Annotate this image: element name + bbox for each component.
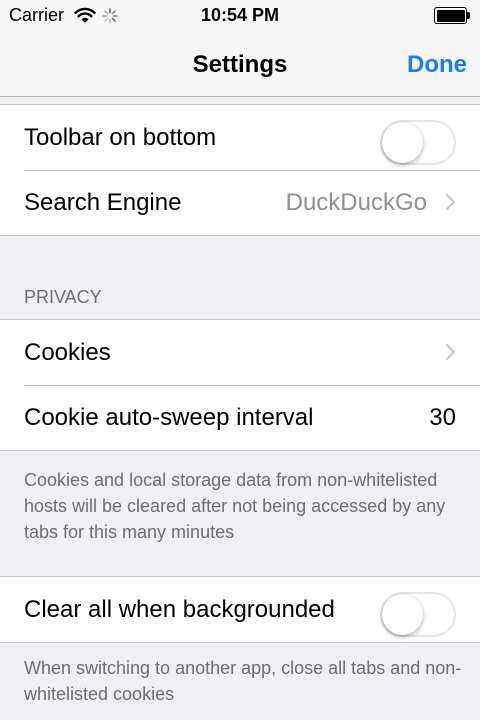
status-bar: Carrier 10:54 PM [0,0,480,40]
search-engine-value: DuckDuckGo [285,189,427,216]
done-button[interactable]: Done [407,51,467,79]
toolbar-on-bottom-toggle[interactable] [380,120,456,165]
chevron-right-icon [445,343,456,361]
toolbar-on-bottom-label: Toolbar on bottom [24,124,217,151]
clear-all-when-backgrounded-toggle[interactable] [380,592,456,637]
cookies-label: Cookies [24,339,111,366]
cookie-auto-sweep-label: Cookie auto-sweep interval [24,404,314,431]
battery-icon [434,7,470,24]
clear-all-when-backgrounded-row: Clear all when backgrounded [0,577,480,642]
search-engine-label: Search Engine [24,189,182,216]
backgrounded-footer: When switching to another app, close all… [24,658,462,704]
chevron-right-icon [445,193,456,211]
cookies-row[interactable]: Cookies [0,320,480,385]
toggle-knob [382,594,423,635]
toggle-knob [382,122,423,163]
cookie-auto-sweep-value: 30 [429,404,456,431]
search-engine-row[interactable]: Search Engine DuckDuckGo [0,170,480,235]
privacy-settings-group: Cookies Cookie auto-sweep interval 30 [0,319,480,451]
background-settings-group: Clear all when backgrounded [0,576,480,643]
clear-all-when-backgrounded-label: Clear all when backgrounded [24,596,335,623]
privacy-section-header: PRIVACY [24,287,102,307]
general-settings-group: Toolbar on bottom Search Engine DuckDuck… [0,104,480,236]
cookie-auto-sweep-row[interactable]: Cookie auto-sweep interval 30 [0,385,480,450]
navigation-bar: Settings Done [0,40,480,97]
toolbar-on-bottom-row: Toolbar on bottom [0,105,480,170]
status-time: 10:54 PM [200,5,280,25]
auto-sweep-footer: Cookies and local storage data from non-… [24,470,446,542]
